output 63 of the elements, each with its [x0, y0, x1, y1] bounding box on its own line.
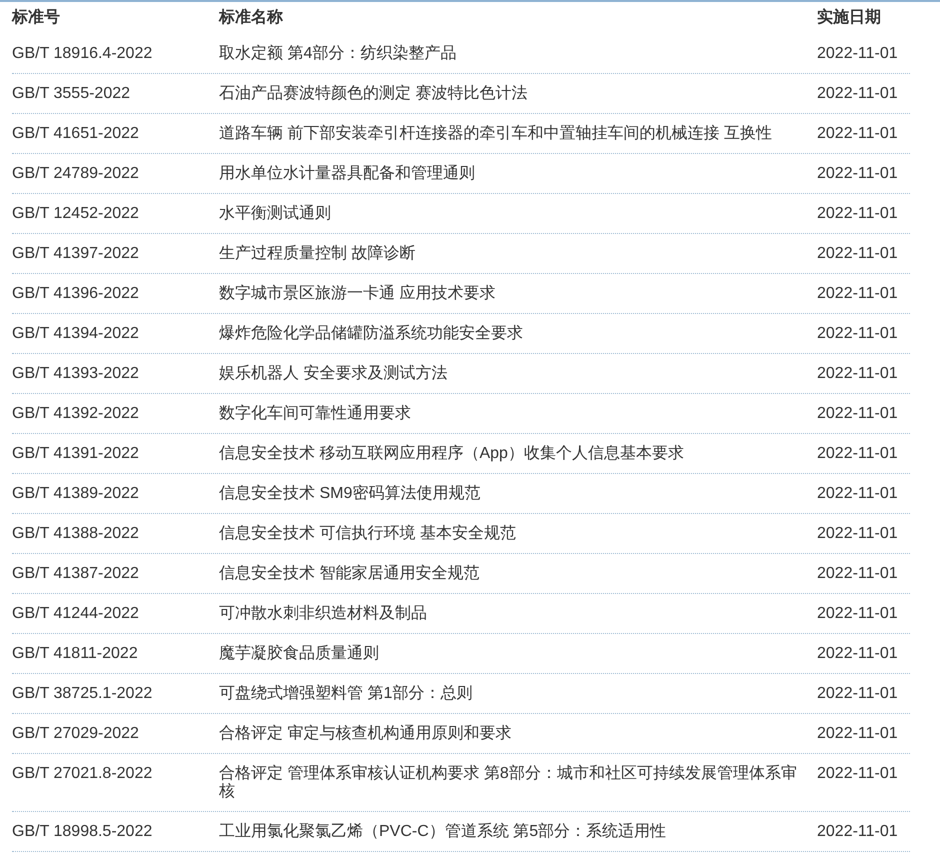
table-cell-text: 2022-11-01 [817, 822, 899, 842]
table-cell-text: 2022-11-01 [817, 44, 899, 64]
table-cell-text: GB/T 41394-2022 [12, 324, 140, 344]
table-cell-text: GB/T 27029-2022 [12, 724, 140, 744]
table-cell-text: 2022-11-01 [817, 324, 899, 344]
table-cell-text: 信息安全技术 可信执行环境 基本安全规范 [219, 524, 517, 544]
column-header: 实施日期 [817, 7, 882, 28]
table-cell-text: GB/T 41397-2022 [12, 244, 140, 264]
table-cell-text: 2022-11-01 [817, 604, 899, 624]
table-cell-text: 2022-11-01 [817, 244, 899, 264]
table-cell-text: 爆炸危险化学品储罐防溢系统功能安全要求 [219, 324, 524, 344]
table-cell-text: GB/T 41244-2022 [12, 604, 140, 624]
table-cell-text: GB/T 41651-2022 [12, 124, 140, 144]
table-cell-text: GB/T 3555-2022 [12, 84, 132, 104]
table-cell-text: 数字城市景区旅游一卡通 应用技术要求 [219, 284, 496, 304]
table-cell-text: GB/T 41391-2022 [12, 444, 140, 464]
table-cell-text: GB/T 24789-2022 [12, 164, 140, 184]
table-cell-text: 合格评定 审定与核查机构通用原则和要求 [219, 724, 512, 744]
table-cell-text: 信息安全技术 移动互联网应用程序（App）收集个人信息基本要求 [219, 444, 685, 464]
table-cell-text: GB/T 41387-2022 [12, 564, 140, 584]
table-cell-text: 2022-11-01 [817, 204, 899, 224]
table-cell-text: 2022-11-01 [817, 524, 899, 544]
table-cell-text: 2022-11-01 [817, 644, 899, 664]
table-cell-text: 用水单位水计量器具配备和管理通则 [219, 164, 476, 184]
table-cell-text: 2022-11-01 [817, 124, 899, 144]
table-cell-text: 2022-11-01 [817, 84, 899, 104]
table-cell-text: 2022-11-01 [817, 364, 899, 384]
table-cell-text: 水平衡测试通则 [219, 204, 332, 224]
table-cell-text: 信息安全技术 智能家居通用安全规范 [219, 564, 480, 584]
table-cell-text: GB/T 41389-2022 [12, 484, 140, 504]
table-cell-text: 石油产品赛波特颜色的测定 赛波特比色计法 [219, 84, 528, 104]
table-cell-text: GB/T 41811-2022 [12, 644, 139, 664]
column-header: 标准名称 [219, 8, 284, 28]
table-cell-text: 2022-11-01 [817, 764, 899, 784]
table-cell-text: 2022-11-01 [817, 484, 899, 504]
table-cell-text: GB/T 41393-2022 [12, 364, 140, 384]
table-cell-text: GB/T 18916.4-2022 [12, 44, 154, 64]
table-cell-text: GB/T 41388-2022 [12, 524, 140, 544]
table-cell-text: 信息安全技术 SM9密码算法使用规范 [219, 484, 482, 504]
table-cell-text: 可冲散水刺非织造材料及制品 [219, 604, 428, 624]
table-cell-text: 2022-11-01 [817, 404, 899, 424]
table-cell-text: 数字化车间可靠性通用要求 [219, 404, 412, 424]
column-header: 标准号 [12, 8, 61, 28]
table-cell-text: GB/T 41396-2022 [12, 284, 140, 304]
table-cell-text: 2022-11-01 [817, 564, 899, 584]
table-cell-text: 2022-11-01 [817, 164, 899, 184]
table-cell-text: 工业用氯化聚氯乙烯（PVC-C）管道系统 第5部分：系统适用性 [219, 822, 668, 842]
table-cell-text: 2022-11-01 [817, 684, 899, 704]
table-cell-text: 魔芋凝胶食品质量通则 [219, 644, 380, 664]
table-cell-text: GB/T 18998.5-2022 [12, 822, 154, 842]
table-cell-text: 2022-11-01 [817, 444, 899, 464]
table-cell-text: 生产过程质量控制 故障诊断 [219, 244, 416, 264]
table-cell-text: GB/T 41392-2022 [12, 404, 140, 424]
table-cell-text: 2022-11-01 [817, 284, 899, 304]
table-cell-text: GB/T 38725.1-2022 [12, 684, 154, 704]
table-cell-text: 取水定额 第4部分：纺织染整产品 [219, 44, 458, 64]
table-cell-text: 娱乐机器人 安全要求及测试方法 [219, 364, 448, 384]
table-cell-text: GB/T 12452-2022 [12, 204, 140, 224]
table-cell-text: 2022-11-01 [817, 724, 899, 744]
table-cell-text: 道路车辆 前下部安装牵引杆连接器的牵引车和中置轴挂车间的机械连接 互换性 [219, 124, 773, 144]
table-cell-text: 合格评定 管理体系审核认证机构要求 第8部分：城市和社区可持续发展管理体系审核 [219, 764, 798, 802]
table-cell-text: 可盘绕式增强塑料管 第1部分：总则 [219, 683, 474, 704]
table-cell-text: GB/T 27021.8-2022 [12, 764, 154, 784]
